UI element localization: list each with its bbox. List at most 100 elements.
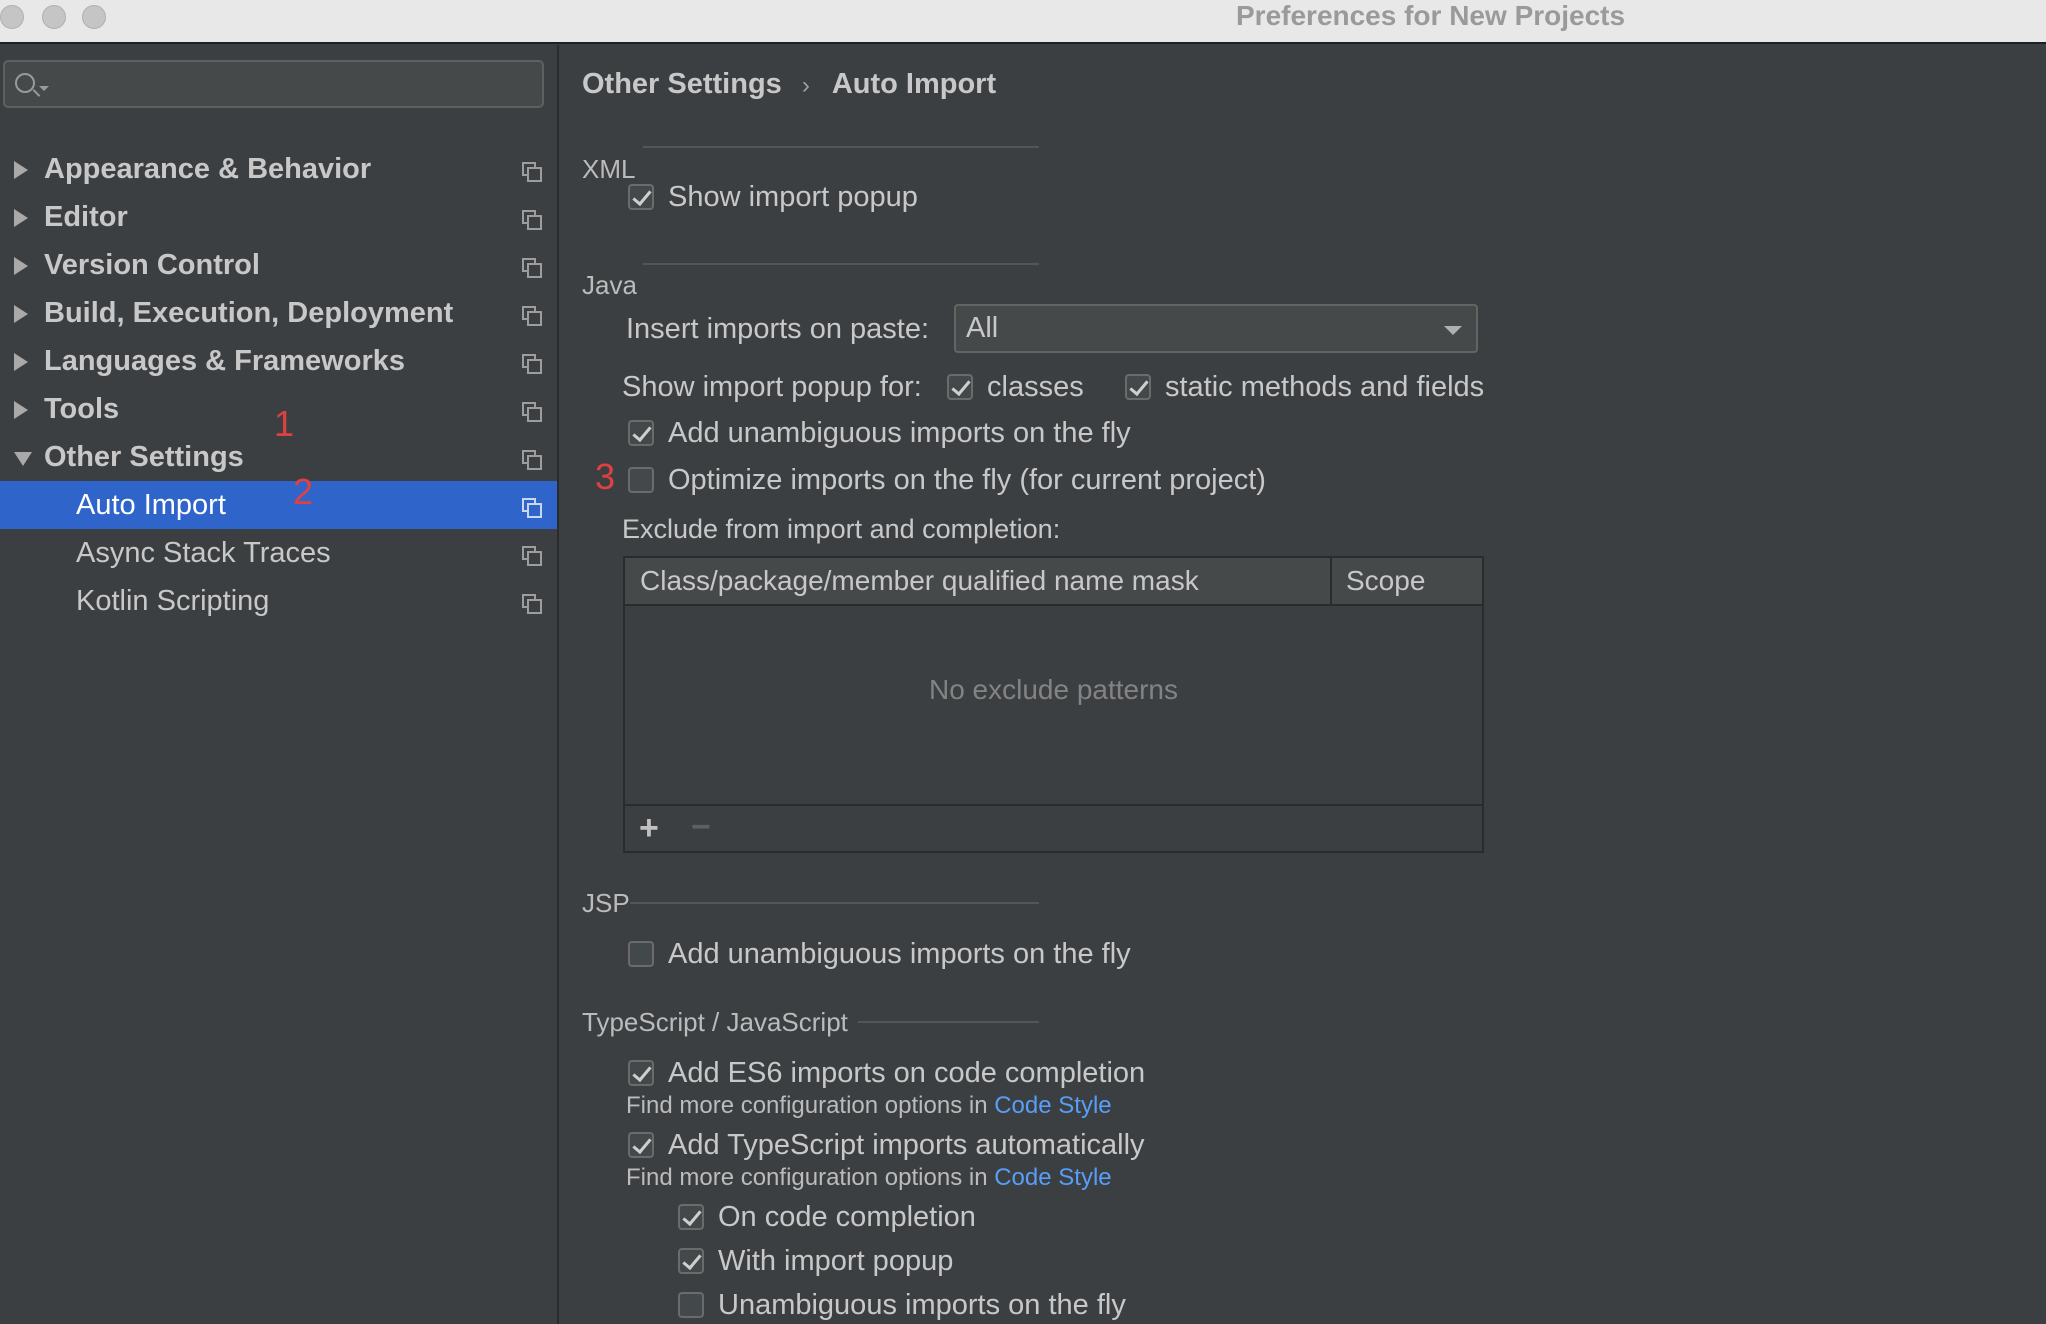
code-style-hint: Find more configuration options in Code … <box>626 1163 1112 1193</box>
code-style-link[interactable]: Code Style <box>994 1092 1111 1119</box>
table-toolbar: + − <box>625 804 1482 851</box>
checkbox-label: Unambiguous imports on the fly <box>718 1289 1126 1321</box>
checkbox-label: Optimize imports on the fly (for current… <box>668 464 1266 496</box>
insert-on-paste-value: All <box>966 312 999 344</box>
insert-on-paste-select[interactable]: All <box>954 304 1478 353</box>
sidebar-item-build-execution-deployment[interactable]: Build, Execution, Deployment <box>0 289 557 337</box>
sidebar-item-kotlin-scripting[interactable]: Kotlin Scripting <box>0 577 557 625</box>
remove-icon[interactable]: − <box>691 809 711 845</box>
project-scope-icon <box>522 306 542 326</box>
exclude-label: Exclude from import and completion: <box>622 514 1061 544</box>
section-divider <box>630 902 1039 904</box>
sidebar-item-editor[interactable]: Editor <box>0 193 557 241</box>
project-scope-icon <box>522 546 542 566</box>
column-header-mask[interactable]: Class/package/member qualified name mask <box>640 558 1199 604</box>
checkbox-checked-icon[interactable] <box>628 1132 654 1158</box>
window-title: Preferences for New Projects <box>1236 0 1626 31</box>
hint-text: Find more configuration options in <box>626 1164 988 1191</box>
project-scope-icon <box>522 498 542 518</box>
checkbox-label: Add ES6 imports on code completion <box>668 1057 1146 1089</box>
checkbox-checked-icon[interactable] <box>628 420 654 446</box>
checkbox-label: Add TypeScript imports automatically <box>668 1129 1145 1161</box>
sidebar-item-appearance-behavior[interactable]: Appearance & Behavior <box>0 145 557 193</box>
expand-arrow-icon[interactable] <box>14 161 28 179</box>
project-scope-icon <box>522 450 542 470</box>
add-icon[interactable]: + <box>639 810 659 846</box>
sidebar-item-languages-frameworks[interactable]: Languages & Frameworks <box>0 337 557 385</box>
exclude-patterns-table: Class/package/member qualified name mask… <box>623 556 1484 853</box>
expand-arrow-icon[interactable] <box>14 305 28 323</box>
minimize-window-button[interactable] <box>42 5 66 29</box>
sidebar-item-label: Version Control <box>44 249 260 281</box>
search-input[interactable] <box>51 66 531 102</box>
title-bar: Preferences for New Projects <box>0 0 2046 44</box>
section-title-java: Java <box>582 270 637 300</box>
expand-arrow-icon[interactable] <box>14 401 28 419</box>
checkbox-unchecked-icon[interactable] <box>628 467 654 493</box>
search-icon <box>15 73 35 93</box>
sidebar-item-label: Editor <box>44 201 128 233</box>
search-history-dropdown-icon[interactable] <box>39 86 49 91</box>
settings-sidebar: Appearance & Behavior Editor Version Con… <box>0 45 559 1324</box>
annotation-marker: 1 <box>274 403 295 444</box>
breadcrumb-current: Auto Import <box>831 68 997 100</box>
section-divider <box>858 1021 1039 1023</box>
breadcrumb: Other Settings › Auto Import <box>582 60 996 108</box>
checkbox-label: With import popup <box>718 1245 954 1277</box>
sidebar-item-label: Other Settings <box>44 441 244 473</box>
checkbox-label: static methods and fields <box>1165 371 1485 403</box>
close-window-button[interactable] <box>0 5 24 29</box>
expand-arrow-icon[interactable] <box>14 257 28 275</box>
zoom-window-button[interactable] <box>82 5 106 29</box>
checkbox-checked-icon[interactable] <box>678 1204 704 1230</box>
checkbox-label: classes <box>987 371 1084 403</box>
settings-search[interactable] <box>3 60 544 108</box>
checkbox-checked-icon[interactable] <box>628 1060 654 1086</box>
checkbox-unchecked-icon[interactable] <box>628 941 654 967</box>
project-scope-icon <box>522 210 542 230</box>
breadcrumb-separator-icon: › <box>801 72 810 99</box>
project-scope-icon <box>522 402 542 422</box>
sidebar-item-auto-import[interactable]: Auto Import <box>0 481 557 529</box>
settings-content-panel: Other Settings › Auto Import XML Show impo… <box>561 45 2046 1324</box>
table-header: Class/package/member qualified name mask… <box>625 558 1482 606</box>
project-scope-icon <box>522 258 542 278</box>
checkbox-label: On code completion <box>718 1201 976 1233</box>
expand-arrow-icon[interactable] <box>14 209 28 227</box>
section-divider <box>643 146 1039 148</box>
checkbox-unchecked-icon[interactable] <box>678 1292 704 1318</box>
sidebar-item-label: Languages & Frameworks <box>44 345 405 377</box>
sidebar-item-version-control[interactable]: Version Control <box>0 241 557 289</box>
code-style-hint: Find more configuration options in Code … <box>626 1091 1112 1121</box>
table-body[interactable]: No exclude patterns <box>625 606 1482 804</box>
checkbox-label: Show import popup <box>668 181 918 213</box>
section-title-typescript-javascript: TypeScript / JavaScript <box>582 1007 848 1037</box>
collapse-arrow-icon[interactable] <box>14 452 32 466</box>
checkbox-checked-icon[interactable] <box>628 184 654 210</box>
project-scope-icon <box>522 354 542 374</box>
checkbox-checked-icon[interactable] <box>947 374 973 400</box>
sidebar-item-label: Tools <box>44 393 120 425</box>
sidebar-item-label: Kotlin Scripting <box>76 585 270 617</box>
insert-on-paste-label: Insert imports on paste: <box>626 313 930 345</box>
sidebar-item-async-stack-traces[interactable]: Async Stack Traces <box>0 529 557 577</box>
column-header-scope[interactable]: Scope <box>1346 558 1425 604</box>
chevron-down-icon <box>1444 326 1462 335</box>
section-title-jsp: JSP <box>582 888 630 918</box>
empty-table-text: No exclude patterns <box>928 674 1179 705</box>
column-divider[interactable] <box>1330 558 1332 606</box>
checkbox-checked-icon[interactable] <box>1125 374 1151 400</box>
code-style-link[interactable]: Code Style <box>994 1164 1111 1191</box>
annotation-marker: 2 <box>293 471 314 512</box>
project-scope-icon <box>522 594 542 614</box>
sidebar-item-label: Build, Execution, Deployment <box>44 297 454 329</box>
checkbox-checked-icon[interactable] <box>678 1248 704 1274</box>
checkbox-label: Add unambiguous imports on the fly <box>668 417 1131 449</box>
sidebar-item-label: Async Stack Traces <box>76 537 331 569</box>
annotation-marker: 3 <box>595 456 616 497</box>
breadcrumb-parent[interactable]: Other Settings <box>582 68 782 100</box>
checkbox-label: Add unambiguous imports on the fly <box>668 938 1131 970</box>
section-title-xml: XML <box>582 154 636 184</box>
expand-arrow-icon[interactable] <box>14 353 28 371</box>
sidebar-item-label: Auto Import <box>76 489 226 521</box>
